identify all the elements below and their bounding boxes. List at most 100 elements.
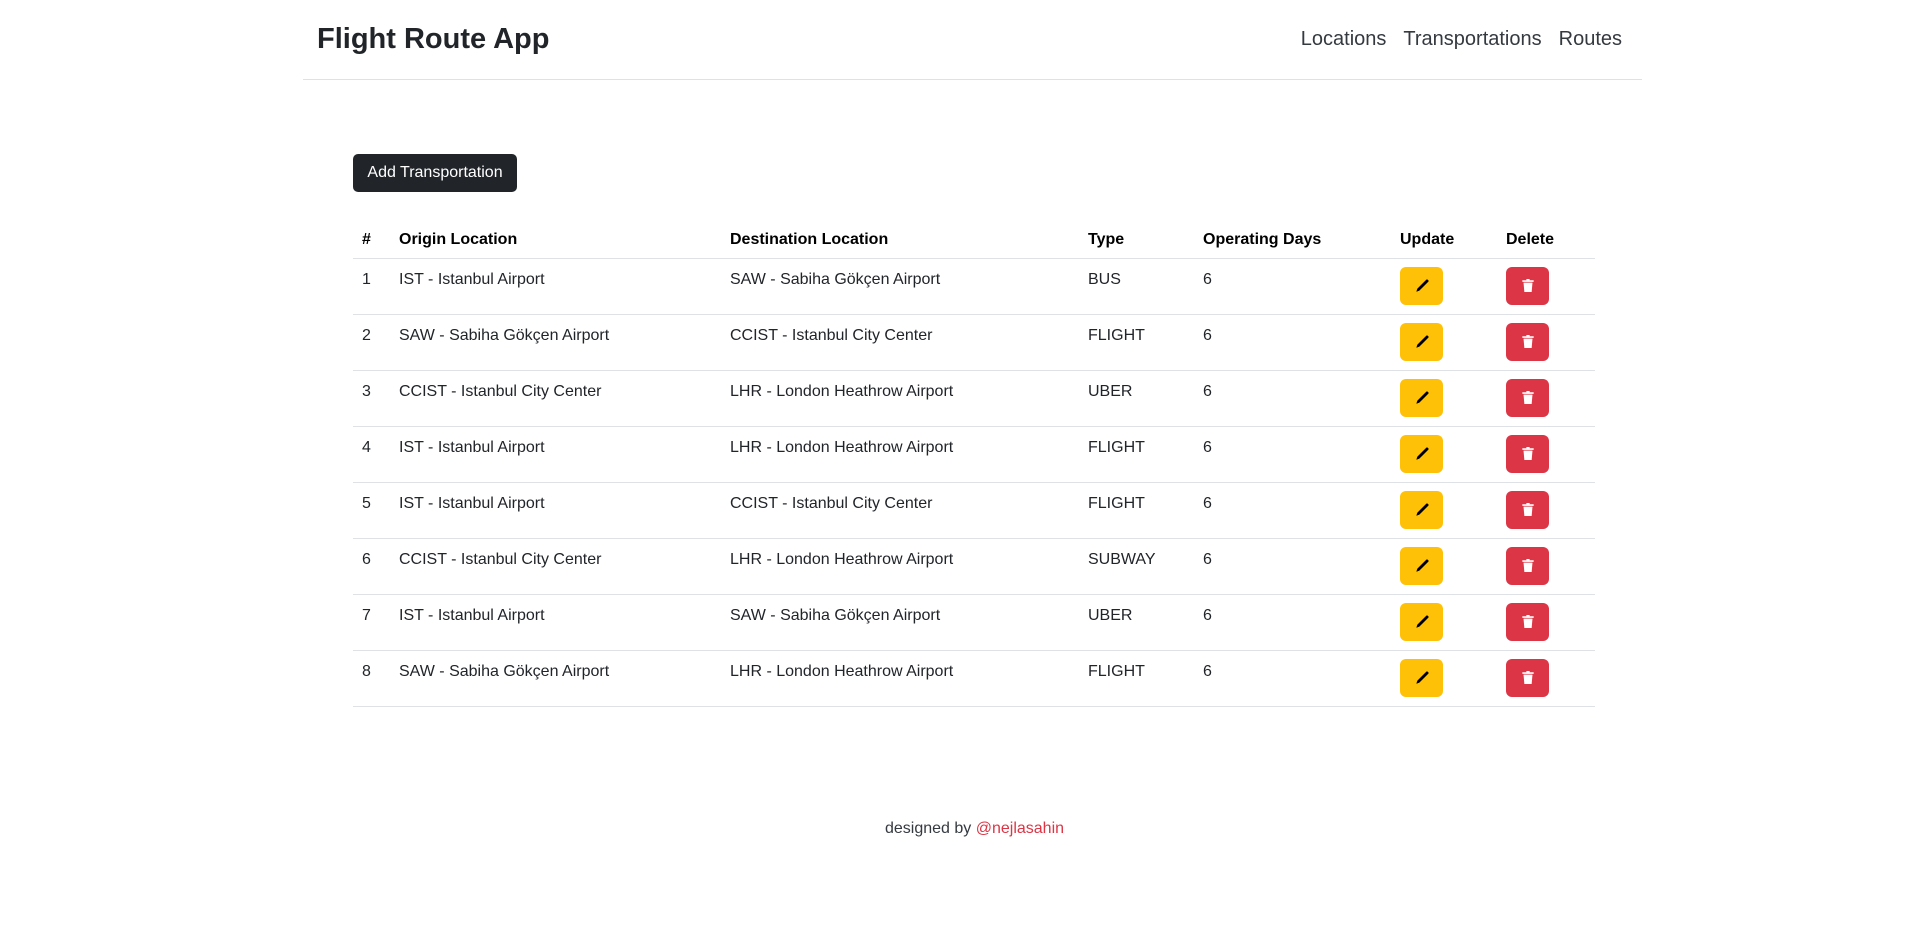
cell-operating-days: 6: [1194, 370, 1391, 427]
table-row: 2 SAW - Sabiha Gökçen Airport CCIST - Ista…: [353, 314, 1595, 371]
cell-destination: LHR - London Heathrow Airport: [721, 370, 1079, 427]
column-header-delete: Delete: [1497, 222, 1595, 259]
cell-update: [1391, 426, 1497, 483]
cell-delete: [1497, 258, 1595, 315]
nav-links: Locations Transportations Routes: [1301, 28, 1622, 51]
cell-number: 3: [353, 370, 390, 427]
delete-button[interactable]: [1506, 490, 1549, 529]
cell-origin: IST - Istanbul Airport: [390, 426, 721, 483]
pencil-icon: [1415, 334, 1429, 349]
update-button[interactable]: [1400, 658, 1443, 697]
pencil-icon: [1415, 558, 1429, 573]
cell-delete: [1497, 482, 1595, 539]
cell-number: 7: [353, 594, 390, 651]
column-header-type: Type: [1079, 222, 1194, 259]
update-button[interactable]: [1400, 434, 1443, 473]
delete-button[interactable]: [1506, 434, 1549, 473]
app-brand[interactable]: Flight Route App: [317, 23, 549, 56]
transportations-table: # Origin Location Destination Location T…: [353, 222, 1595, 707]
nav-link-routes[interactable]: Routes: [1559, 28, 1622, 51]
pencil-icon: [1415, 278, 1429, 293]
footer: designed by @nejlasahin: [0, 820, 1920, 838]
cell-delete: [1497, 426, 1595, 483]
nav-link-locations[interactable]: Locations: [1301, 28, 1387, 51]
cell-type: FLIGHT: [1079, 426, 1194, 483]
update-button[interactable]: [1400, 546, 1443, 585]
update-button[interactable]: [1400, 490, 1443, 529]
cell-destination: LHR - London Heathrow Airport: [721, 538, 1079, 595]
update-button[interactable]: [1400, 322, 1443, 361]
table-row: 1 IST - Istanbul Airport SAW - Sabiha Gökç…: [353, 258, 1595, 315]
cell-origin: SAW - Sabiha Gökçen Airport: [390, 650, 721, 707]
delete-button[interactable]: [1506, 602, 1549, 641]
delete-button[interactable]: [1506, 266, 1549, 305]
table-row: 4 IST - Istanbul Airport LHR - London Heat…: [353, 426, 1595, 483]
pencil-icon: [1415, 446, 1429, 461]
cell-delete: [1497, 650, 1595, 707]
cell-origin: CCIST - Istanbul City Center: [390, 538, 721, 595]
cell-delete: [1497, 370, 1595, 427]
cell-operating-days: 6: [1194, 538, 1391, 595]
cell-type: FLIGHT: [1079, 482, 1194, 539]
cell-type: BUS: [1079, 258, 1194, 315]
trash-icon: [1521, 391, 1534, 404]
cell-origin: IST - Istanbul Airport: [390, 594, 721, 651]
cell-operating-days: 6: [1194, 258, 1391, 315]
delete-button[interactable]: [1506, 378, 1549, 417]
column-header-update: Update: [1391, 222, 1497, 259]
navbar: Flight Route App Locations Transportatio…: [303, 0, 1642, 80]
trash-icon: [1521, 447, 1534, 460]
column-header-destination: Destination Location: [721, 222, 1079, 259]
cell-update: [1391, 370, 1497, 427]
cell-operating-days: 6: [1194, 650, 1391, 707]
column-header-number: #: [353, 222, 390, 259]
cell-type: UBER: [1079, 594, 1194, 651]
table-row: 7 IST - Istanbul Airport SAW - Sabiha Gökç…: [353, 594, 1595, 651]
cell-type: SUBWAY: [1079, 538, 1194, 595]
cell-operating-days: 6: [1194, 482, 1391, 539]
table-header-row: # Origin Location Destination Location T…: [353, 222, 1595, 259]
cell-number: 5: [353, 482, 390, 539]
delete-button[interactable]: [1506, 546, 1549, 585]
cell-destination: SAW - Sabiha Gökçen Airport: [721, 594, 1079, 651]
add-transportation-button[interactable]: Add Transportation: [353, 154, 517, 192]
trash-icon: [1521, 559, 1534, 572]
delete-button[interactable]: [1506, 658, 1549, 697]
trash-icon: [1521, 615, 1534, 628]
cell-update: [1391, 538, 1497, 595]
cell-destination: CCIST - Istanbul City Center: [721, 314, 1079, 371]
trash-icon: [1521, 671, 1534, 684]
delete-button[interactable]: [1506, 322, 1549, 361]
pencil-icon: [1415, 614, 1429, 629]
table-row: 6 CCIST - Istanbul City Center LHR - Londo…: [353, 538, 1595, 595]
cell-number: 2: [353, 314, 390, 371]
nav-link-transportations[interactable]: Transportations: [1403, 28, 1541, 51]
table-row: 8 SAW - Sabiha Gökçen Airport LHR - London…: [353, 650, 1595, 707]
trash-icon: [1521, 335, 1534, 348]
update-button[interactable]: [1400, 378, 1443, 417]
cell-update: [1391, 258, 1497, 315]
cell-operating-days: 6: [1194, 314, 1391, 371]
column-header-origin: Origin Location: [390, 222, 721, 259]
cell-operating-days: 6: [1194, 594, 1391, 651]
update-button[interactable]: [1400, 266, 1443, 305]
cell-origin: IST - Istanbul Airport: [390, 482, 721, 539]
cell-origin: IST - Istanbul Airport: [390, 258, 721, 315]
trash-icon: [1521, 279, 1534, 292]
cell-delete: [1497, 594, 1595, 651]
footer-author-link[interactable]: @nejlasahin: [976, 820, 1064, 837]
update-button[interactable]: [1400, 602, 1443, 641]
cell-destination: LHR - London Heathrow Airport: [721, 426, 1079, 483]
cell-type: FLIGHT: [1079, 314, 1194, 371]
cell-number: 6: [353, 538, 390, 595]
cell-number: 1: [353, 258, 390, 315]
cell-delete: [1497, 538, 1595, 595]
table-row: 3 CCIST - Istanbul City Center LHR - Londo…: [353, 370, 1595, 427]
cell-type: FLIGHT: [1079, 650, 1194, 707]
pencil-icon: [1415, 502, 1429, 517]
cell-update: [1391, 650, 1497, 707]
cell-delete: [1497, 314, 1595, 371]
cell-number: 4: [353, 426, 390, 483]
table-body: 1 IST - Istanbul Airport SAW - Sabiha Gökç…: [353, 258, 1595, 707]
pencil-icon: [1415, 390, 1429, 405]
